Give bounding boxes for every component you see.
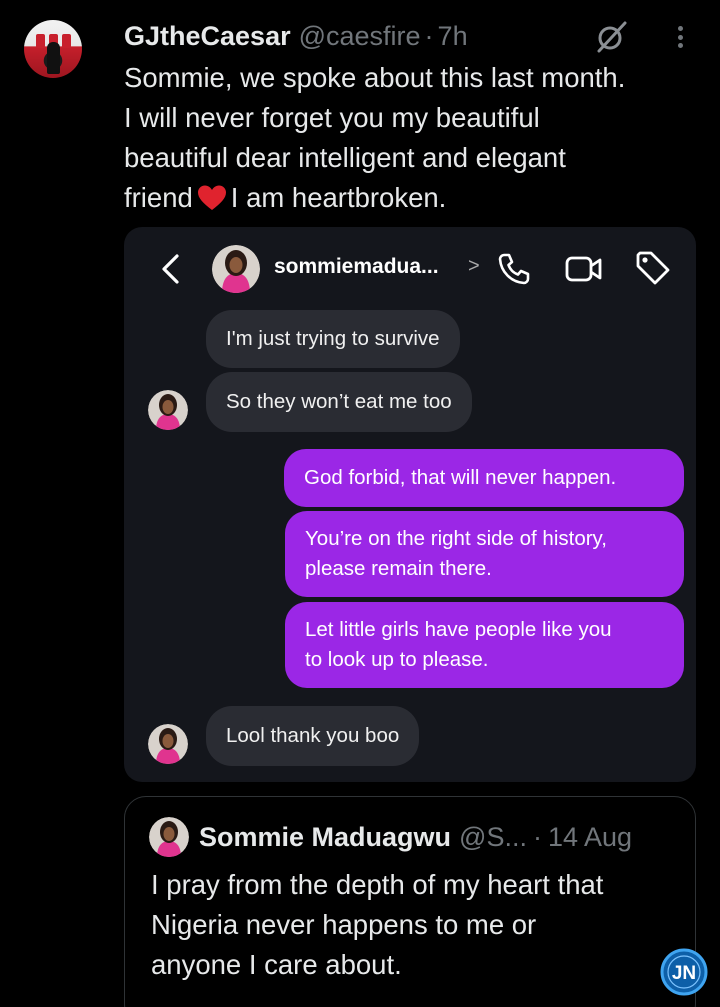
author-avatar[interactable] (24, 20, 82, 78)
quoted-tweet-time: 14 Aug (547, 821, 633, 852)
message-text: I'm just trying to survive (226, 327, 440, 350)
contact-name: sommiemadua... (274, 255, 439, 278)
tweet-line-part: friend (124, 182, 193, 213)
tweet-line: friend I am heartbroken. (124, 178, 714, 218)
message-text-line: You’re on the right side of history, (305, 527, 607, 550)
message-bubble-outgoing: You’re on the right side of history, ple… (285, 511, 684, 597)
tweet-header: GJtheCaesar @caesfire · 7h (124, 18, 468, 54)
tweet-line: I will never forget you my beautiful (124, 102, 540, 133)
quoted-tweet-text: I pray from the depth of my heart that N… (151, 865, 691, 985)
tweet-text: Sommie, we spoke about this last month. … (124, 58, 714, 218)
message-bubble-outgoing: Let little girls have people like you to… (285, 602, 684, 688)
quoted-author-avatar (149, 817, 189, 857)
message-bubble-outgoing: God forbid, that will never happen. (284, 449, 684, 507)
quoted-tweet-header: Sommie Maduagwu @S... · 14 Aug (199, 819, 632, 855)
message-text-line: to look up to please. (305, 648, 489, 671)
tweet-time[interactable]: 7h (438, 21, 468, 52)
grok-icon[interactable] (595, 20, 629, 54)
message-text: So they won’t eat me too (226, 390, 452, 413)
tag-icon (636, 251, 670, 285)
red-heart-icon (197, 185, 226, 210)
message-text-line: please remain there. (305, 557, 492, 580)
tweet-line: Sommie, we spoke about this last month. (124, 62, 626, 93)
quoted-author-handle: @S... (459, 821, 527, 852)
quote-line: I pray from the depth of my heart that (151, 869, 604, 900)
separator-dot: · (532, 821, 542, 852)
video-call-icon (565, 256, 602, 282)
tweet-line-part: I am heartbroken. (230, 182, 447, 213)
quoted-tweet[interactable]: Sommie Maduagwu @S... · 14 Aug I pray fr… (124, 796, 696, 1007)
quote-line: anyone I care about. (151, 949, 402, 980)
jn-watermark-logo: JN (660, 948, 708, 996)
dm-screenshot-image[interactable]: sommiemadua... > I'm just trying to surv… (124, 227, 696, 782)
back-icon (162, 254, 179, 284)
contact-avatar-small (148, 724, 188, 764)
message-text-line: Let little girls have people like you (305, 618, 612, 641)
more-options-icon[interactable] (668, 22, 692, 52)
message-text: God forbid, that will never happen. (304, 466, 617, 489)
separator-dot: · (424, 20, 434, 51)
phone-icon (498, 253, 530, 285)
message-bubble-incoming: Lool thank you boo (206, 706, 420, 766)
message-bubble-incoming: So they won’t eat me too (206, 372, 472, 432)
message-text: Lool thank you boo (226, 724, 400, 747)
author-name[interactable]: GJtheCaesar (124, 21, 291, 52)
contact-avatar-small (148, 390, 188, 430)
quoted-author-name: Sommie Maduagwu (199, 821, 452, 852)
chevron-right-icon: > (468, 255, 480, 277)
message-bubble-incoming: I'm just trying to survive (206, 310, 460, 368)
quote-line: Nigeria never happens to me or (151, 909, 537, 940)
watermark-text: JN (672, 963, 696, 984)
tweet-line: beautiful dear intelligent and elegant (124, 142, 566, 173)
contact-avatar (212, 245, 260, 293)
dm-header: sommiemadua... > (124, 227, 696, 307)
author-handle[interactable]: @caesfire (299, 21, 421, 52)
